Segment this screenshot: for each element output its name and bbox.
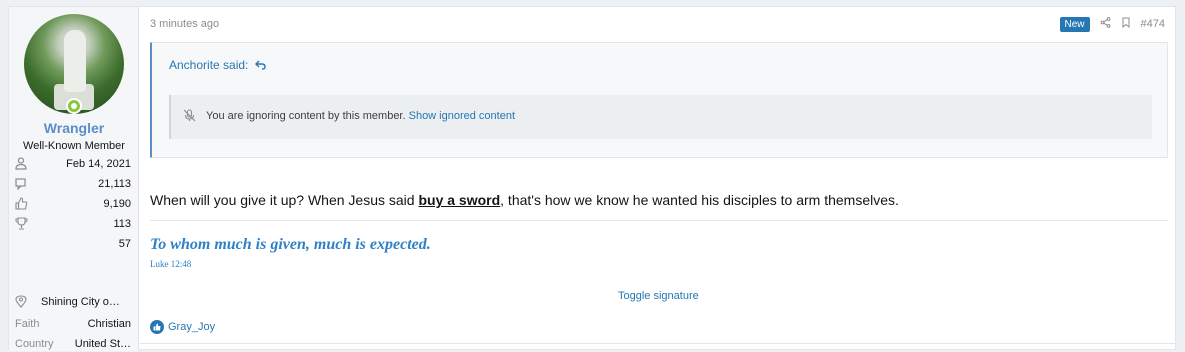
post-actions: New #474 [1059,16,1165,32]
thumbs-up-icon [15,197,29,211]
signature-divider [150,220,1168,221]
new-badge: New [1059,16,1090,32]
reactions-bar: Gray_Joy [150,320,215,334]
like-icon [150,320,164,334]
show-ignored-link[interactable]: Show ignored content [409,110,515,122]
stat-messages: 21,113 [15,177,131,192]
user-icon [15,157,29,171]
share-icon[interactable] [1100,17,1111,31]
post-footer-divider [140,343,1177,344]
buy-a-sword-link[interactable]: buy a sword [418,192,500,208]
signature-text: To whom much is given, much is expected. [150,236,431,253]
post-time[interactable]: 3 minutes ago [150,18,219,30]
post-body: When will you give it up? When Jesus sai… [150,192,899,208]
trophy-icon [15,217,29,231]
muted-mic-icon [183,109,196,125]
quote-author[interactable]: Anchorite said: [169,58,248,72]
stat-points: 113 [15,217,131,232]
online-status-icon [66,98,82,114]
stat-joined: Feb 14, 2021 [15,157,131,172]
signature-reference: Luke 12:48 [150,259,192,269]
ignored-text: You are ignoring content by this member. [206,110,406,122]
username[interactable]: Wrangler [9,120,139,136]
post-main: 3 minutes ago New #474 Anchorite said: Y… [140,7,1177,351]
user-title: Well-Known Member [23,140,125,152]
stat-faith: Faith Christian [15,318,131,330]
ignored-content-notice: You are ignoring content by this member.… [169,95,1152,139]
reactor-name[interactable]: Gray_Joy [168,321,215,333]
messages-icon [15,177,29,191]
reply-arrow-icon[interactable] [252,58,266,72]
quote-block: Anchorite said: You are ignoring content… [150,42,1168,158]
user-info-panel: Wrangler Well-Known Member Feb 14, 2021 … [9,7,139,351]
stat-location: Shining City o… [15,295,131,310]
toggle-signature-link[interactable]: Toggle signature [618,290,699,302]
forum-post: Wrangler Well-Known Member Feb 14, 2021 … [8,6,1177,351]
stat-reactions: 9,190 [15,197,131,212]
bookmark-icon[interactable] [1121,17,1131,31]
post-number[interactable]: #474 [1141,18,1165,30]
stat-extra: 57 [118,238,131,250]
quote-header[interactable]: Anchorite said: [169,58,266,72]
location-pin-icon [15,295,29,309]
